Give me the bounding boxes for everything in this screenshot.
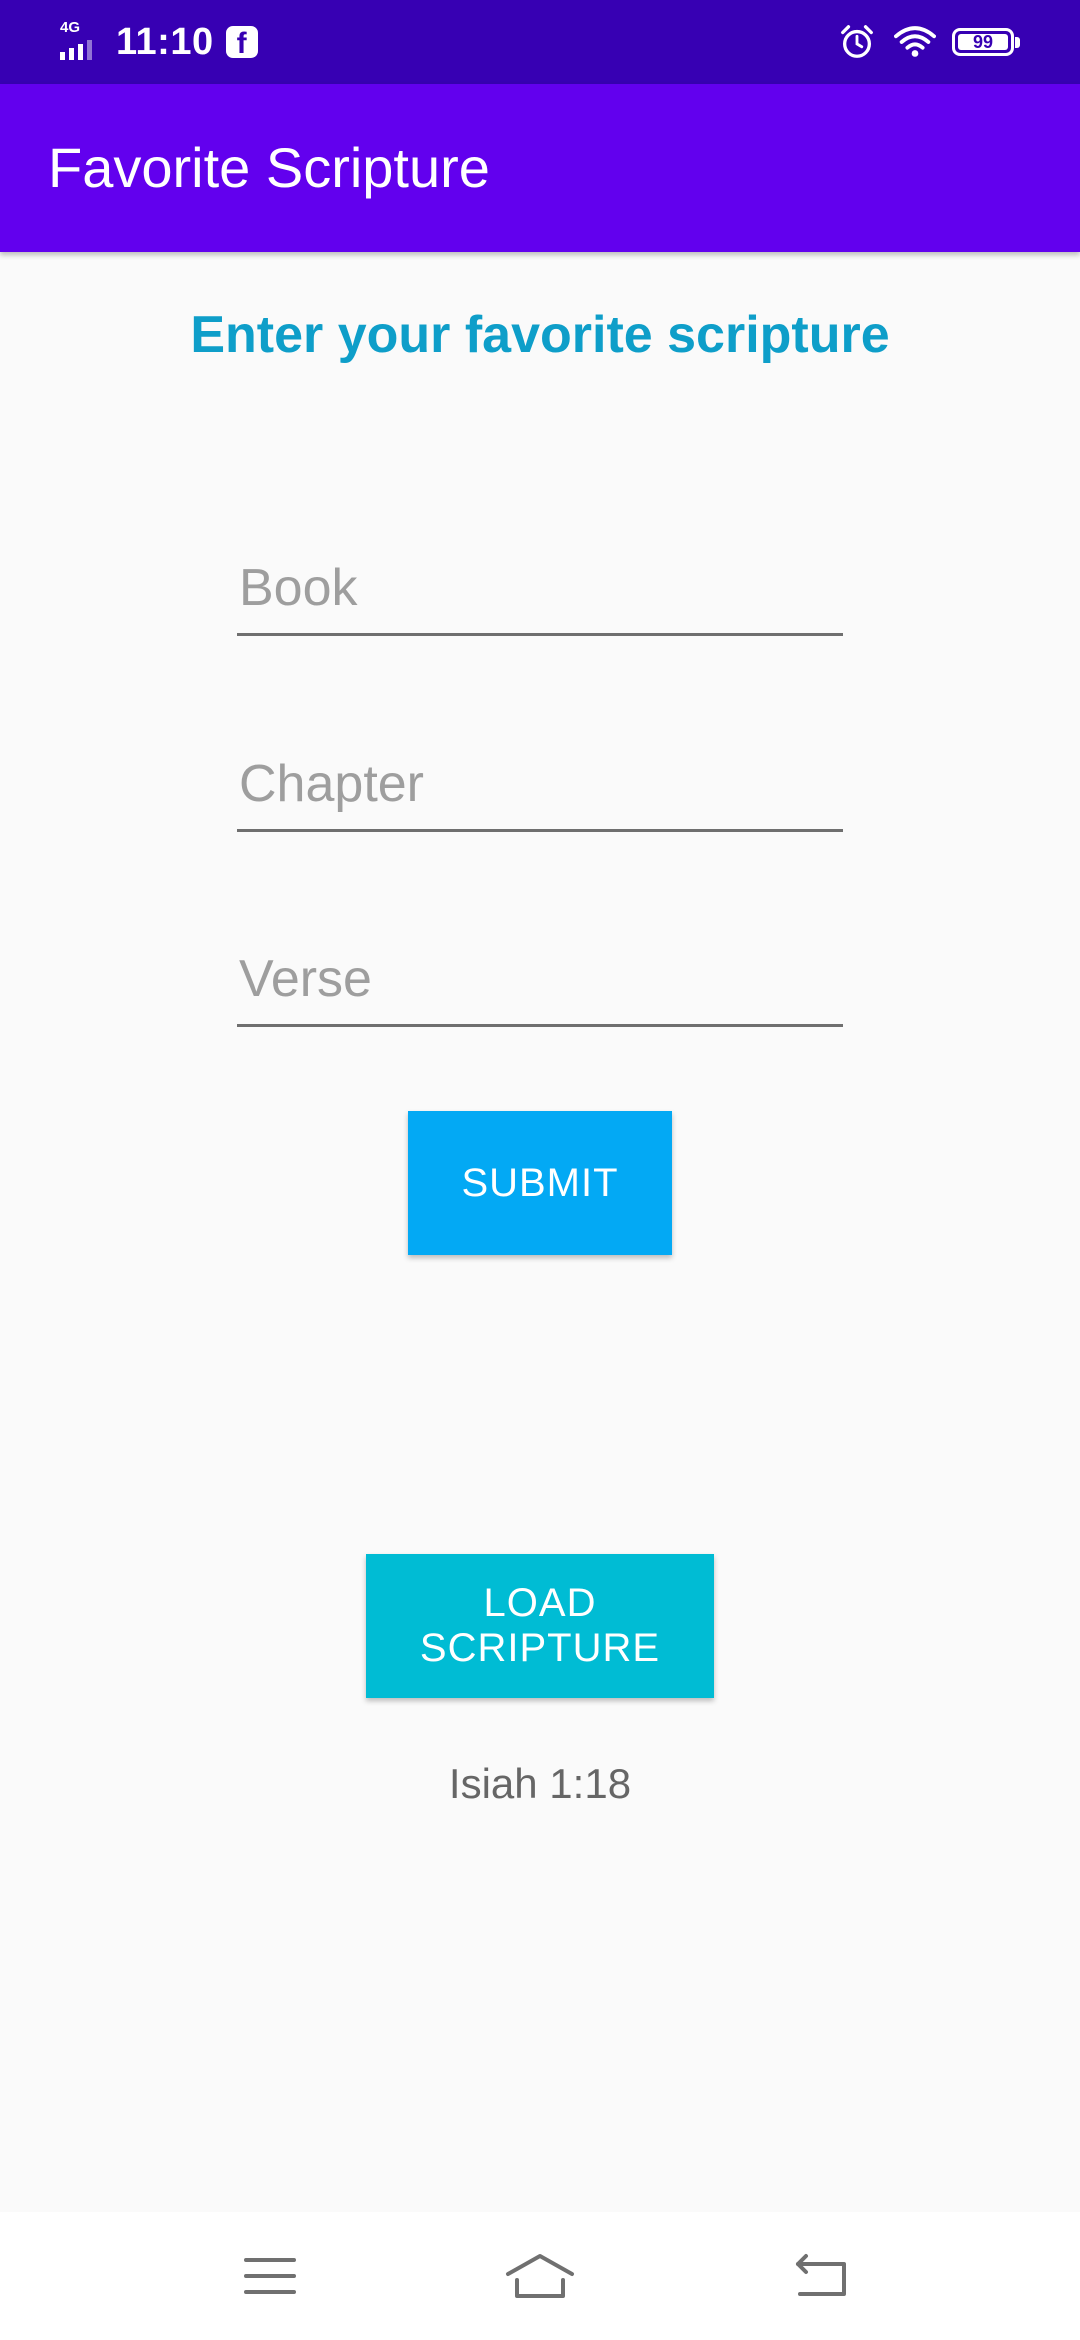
loaded-scripture-text: Isiah 1:18 <box>448 1760 632 1807</box>
back-icon <box>796 2254 846 2296</box>
home-button[interactable] <box>498 2234 582 2318</box>
status-time: 11:10 <box>116 20 214 63</box>
back-button[interactable] <box>780 2234 864 2318</box>
home-icon <box>506 2254 574 2298</box>
alarm-icon <box>841 25 873 58</box>
verse-input[interactable] <box>237 939 843 1027</box>
facebook-icon: f <box>225 26 258 58</box>
status-bar-left: 4G 11:10 f <box>58 18 258 66</box>
book-input[interactable] <box>237 548 843 636</box>
submit-button[interactable]: SUBMIT <box>408 1111 672 1255</box>
page-heading: Enter your favorite scripture <box>190 306 890 364</box>
load-scripture-button[interactable]: LOAD SCRIPTURE <box>366 1554 714 1698</box>
menu-icon <box>244 2258 296 2294</box>
navigation-bar <box>0 2212 1080 2340</box>
battery-level: 99 <box>972 32 994 52</box>
app-bar: Favorite Scripture <box>0 84 1080 252</box>
wifi-icon <box>894 26 936 57</box>
status-bar: 4G 11:10 f 99 <box>0 0 1080 84</box>
network-type-label: 4G <box>60 19 81 36</box>
chapter-input[interactable] <box>237 744 843 832</box>
menu-button[interactable] <box>228 2234 312 2318</box>
battery-icon: 99 <box>952 28 1020 56</box>
app-title: Favorite Scripture <box>48 136 490 199</box>
signal-icon: 4G <box>58 20 102 64</box>
status-bar-right: 99 <box>838 18 1022 66</box>
